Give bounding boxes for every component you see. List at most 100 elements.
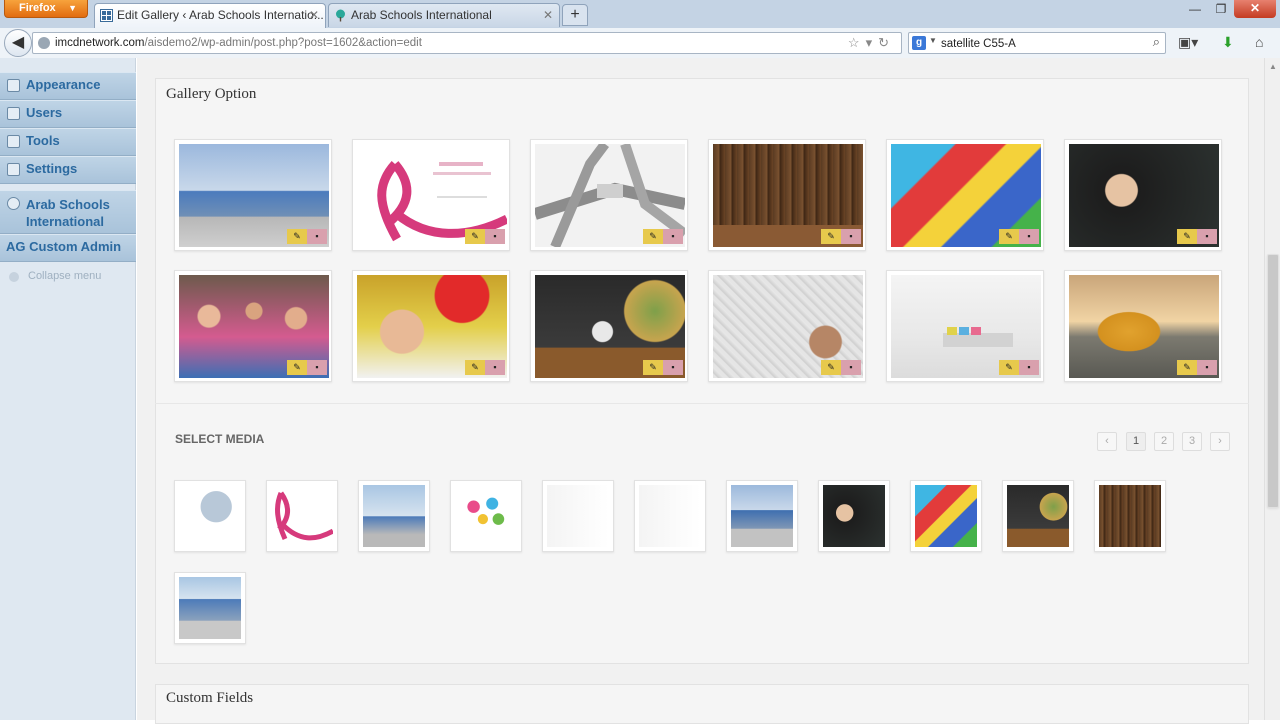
trash-icon[interactable]: ▪	[1019, 360, 1039, 375]
sidebar-item-tools[interactable]: Tools	[0, 128, 136, 156]
pencil-icon[interactable]: ✎	[287, 360, 307, 375]
media-item-playground[interactable]	[910, 480, 982, 552]
pager-next-button[interactable]: ›	[1210, 432, 1230, 451]
media-item-graduate-boy[interactable]	[818, 480, 890, 552]
pencil-icon[interactable]: ✎	[643, 229, 663, 244]
back-arrow-icon: ◀	[11, 34, 25, 51]
pink-ribbon-image	[271, 485, 335, 547]
page-scrollbar[interactable]: ▲	[1264, 58, 1280, 720]
tab-arab-schools[interactable]: Arab Schools International ✕	[328, 3, 560, 27]
admin-sidebar: Appearance Users Tools Settings Arab Sch…	[0, 58, 136, 720]
gallery-item-library[interactable]: ✎ ▪	[708, 139, 866, 251]
text-graphic-image	[547, 485, 609, 547]
pencil-icon[interactable]: ✎	[643, 360, 663, 375]
trash-icon[interactable]: ▪	[841, 360, 861, 375]
sidebar-item-ag-custom-admin[interactable]: AG Custom Admin	[0, 234, 136, 262]
settings-icon	[7, 163, 20, 176]
trash-icon[interactable]: ▪	[485, 229, 505, 244]
trash-icon[interactable]: ▪	[841, 229, 861, 244]
sidebar-item-settings[interactable]: Settings	[0, 156, 136, 184]
trash-icon[interactable]: ▪	[485, 360, 505, 375]
media-item-school-building-1[interactable]	[358, 480, 430, 552]
tab-label: Edit Gallery ‹ Arab Schools Internatio..…	[117, 8, 324, 22]
collapse-menu-label: Collapse menu	[28, 270, 102, 282]
pager-page-1[interactable]: 1	[1126, 432, 1146, 451]
media-item-text-graphic-1[interactable]	[542, 480, 614, 552]
media-item-school-building-3[interactable]	[174, 572, 246, 644]
google-icon[interactable]: g	[912, 36, 926, 50]
pencil-icon[interactable]: ✎	[821, 360, 841, 375]
pencil-icon[interactable]: ✎	[999, 360, 1019, 375]
trash-icon[interactable]: ▪	[307, 360, 327, 375]
gallery-item-students-group[interactable]: ✎ ▪	[174, 270, 332, 382]
trash-icon[interactable]: ▪	[1197, 229, 1217, 244]
gallery-item-clown-kids[interactable]: ✎ ▪	[352, 270, 510, 382]
pager-page-3[interactable]: 3	[1182, 432, 1202, 451]
gallery-item-boy-sketches[interactable]: ✎ ▪	[708, 270, 866, 382]
media-item-logo[interactable]	[174, 480, 246, 552]
media-item-school-building-2[interactable]	[726, 480, 798, 552]
pager-page-2[interactable]: 2	[1154, 432, 1174, 451]
pencil-icon[interactable]: ✎	[999, 229, 1019, 244]
gallery-item-playground[interactable]: ✎ ▪	[886, 139, 1044, 251]
url-bar[interactable]: imcdnetwork.com/aisdemo2/wp-admin/post.p…	[32, 32, 902, 54]
search-input[interactable]	[941, 36, 1141, 51]
gear-icon	[7, 197, 20, 210]
download-icon[interactable]: ⬇	[1222, 34, 1234, 51]
trash-icon[interactable]: ▪	[1197, 360, 1217, 375]
gallery-option-title: Gallery Option	[166, 86, 257, 102]
browser-chrome: Firefox ▼ Edit Gallery ‹ Arab Schools Int…	[0, 0, 1280, 58]
sidebar-item-arab-schools[interactable]: Arab Schools International	[0, 190, 136, 234]
gallery-item-chalkboard-clock[interactable]: ✎ ▪	[530, 270, 688, 382]
media-item-text-graphic-2[interactable]	[634, 480, 706, 552]
restore-icon[interactable]: ❐	[1208, 0, 1234, 20]
gallery-item-graduate-boy[interactable]: ✎ ▪	[1064, 139, 1222, 251]
pencil-icon[interactable]: ✎	[1177, 229, 1197, 244]
scroll-up-icon[interactable]: ▲	[1269, 62, 1277, 71]
dropdown-icon[interactable]: ▾	[866, 35, 879, 50]
close-tab-icon[interactable]: ✕	[543, 4, 553, 26]
bookmark-star-icon[interactable]: ☆	[848, 35, 866, 50]
reload-icon[interactable]: ↻	[878, 35, 895, 50]
close-window-button[interactable]: ✕	[1234, 0, 1276, 18]
trash-icon[interactable]: ▪	[1019, 229, 1039, 244]
back-button[interactable]: ◀	[4, 29, 32, 57]
pencil-icon[interactable]: ✎	[465, 360, 485, 375]
trash-icon[interactable]: ▪	[663, 360, 683, 375]
pencil-icon[interactable]: ✎	[821, 229, 841, 244]
gallery-item-white-room[interactable]: ✎ ▪	[886, 270, 1044, 382]
collapse-menu-button[interactable]: Collapse menu	[0, 270, 136, 282]
pencil-icon[interactable]: ✎	[1177, 360, 1197, 375]
search-icon[interactable]: ⌕	[1153, 34, 1160, 50]
new-tab-button[interactable]: +	[562, 4, 588, 26]
pager-prev-button[interactable]: ‹	[1097, 432, 1117, 451]
sidebar-item-appearance[interactable]: Appearance	[0, 72, 136, 100]
media-item-library[interactable]	[1094, 480, 1166, 552]
gallery-item-school-building[interactable]: ✎ ▪	[174, 139, 332, 251]
trash-icon[interactable]: ▪	[663, 229, 683, 244]
firefox-menu-button[interactable]: Firefox ▼	[4, 0, 88, 18]
chalkboard-clock-image	[1007, 485, 1069, 547]
media-item-pink-ribbon[interactable]	[266, 480, 338, 552]
bookmarks-icon[interactable]: ▣▾	[1178, 34, 1198, 51]
chevron-down-icon[interactable]: ▼	[929, 36, 937, 45]
scrollbar-thumb[interactable]	[1267, 254, 1279, 508]
text-graphic-image	[639, 485, 701, 547]
search-bar[interactable]: g ▼ ⌕	[908, 32, 1166, 54]
select-media-title: SELECT MEDIA	[175, 432, 265, 446]
sidebar-item-users[interactable]: Users	[0, 100, 136, 128]
pencil-icon[interactable]: ✎	[465, 229, 485, 244]
gallery-item-school-bus[interactable]: ✎ ▪	[1064, 270, 1222, 382]
gallery-item-pink-ribbon[interactable]: ✎ ▪	[352, 139, 510, 251]
home-icon[interactable]: ⌂	[1255, 34, 1263, 50]
tab-edit-gallery[interactable]: Edit Gallery ‹ Arab Schools Internatio..…	[94, 3, 326, 28]
close-tab-icon[interactable]: ✕	[309, 4, 319, 26]
media-item-colorful-tree[interactable]	[450, 480, 522, 552]
minimize-icon[interactable]: —	[1182, 0, 1208, 20]
trash-icon[interactable]: ▪	[307, 229, 327, 244]
firefox-menu-label: Firefox	[19, 2, 56, 14]
school-building-image	[179, 577, 241, 639]
gallery-item-map[interactable]: ✎ ▪	[530, 139, 688, 251]
media-item-chalkboard-clock[interactable]	[1002, 480, 1074, 552]
pencil-icon[interactable]: ✎	[287, 229, 307, 244]
